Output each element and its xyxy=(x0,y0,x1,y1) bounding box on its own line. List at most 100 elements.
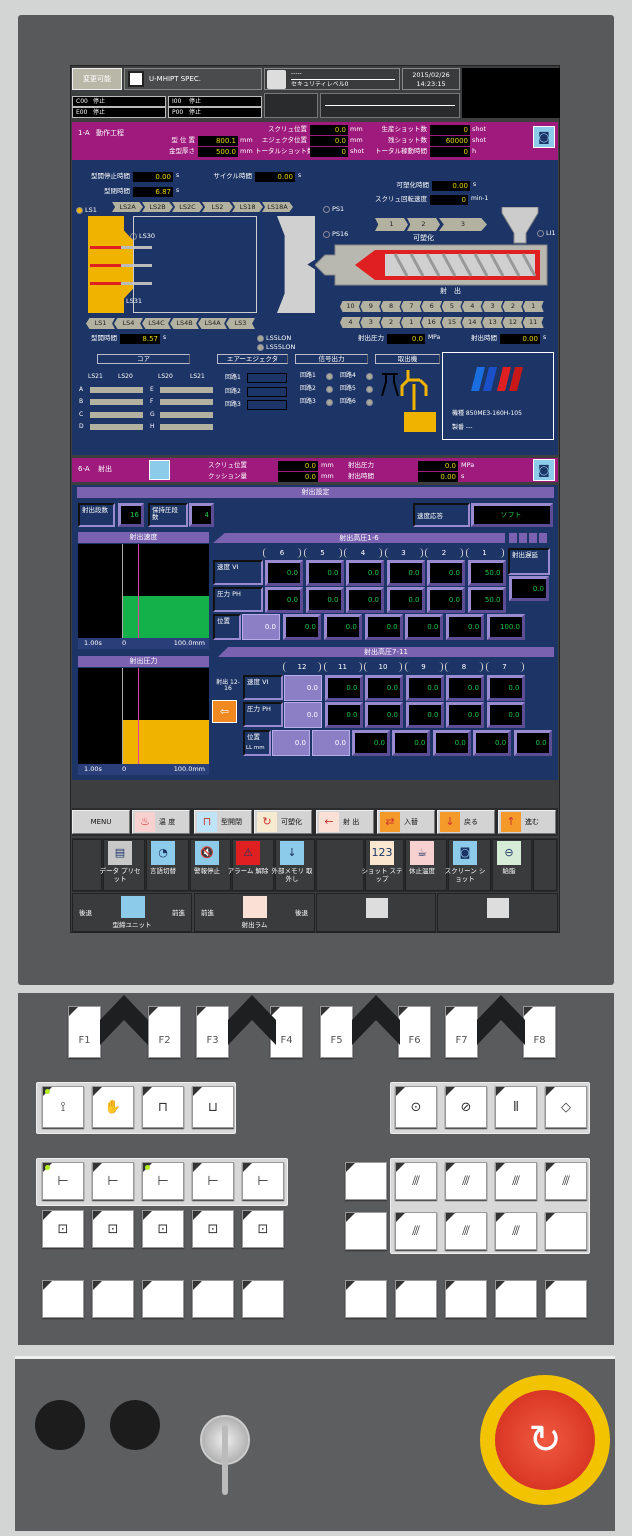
menu-tab[interactable]: ♨ 温 度 xyxy=(132,810,190,834)
camera-icon[interactable]: ◙ xyxy=(533,126,555,148)
function-button-label[interactable]: 外部メモリ 取外し xyxy=(270,867,314,889)
injection-key[interactable]: ⫻ xyxy=(495,1212,537,1250)
position-input[interactable]: 0.0 xyxy=(272,730,310,756)
position-input[interactable]: 0.0 xyxy=(352,730,390,756)
panel-header[interactable]: 取出機 xyxy=(375,354,440,364)
menu-tab[interactable]: ← 射 出 xyxy=(316,810,374,834)
menu-tab[interactable]: ↻ 可塑化 xyxy=(254,810,312,834)
menu-tab[interactable]: MENU xyxy=(72,810,130,834)
pressure-input[interactable]: 0.0 xyxy=(265,587,303,613)
camera-icon[interactable]: ◙ xyxy=(533,459,555,481)
emergency-stop-button[interactable]: ↻ xyxy=(495,1390,595,1490)
function-button-icon[interactable]: ☕ xyxy=(410,841,434,865)
mode-key[interactable]: ✋ xyxy=(92,1086,134,1128)
function-key-f8[interactable]: F8 xyxy=(523,1006,556,1058)
blank-key[interactable] xyxy=(42,1280,84,1318)
pressure-input[interactable]: 0.0 xyxy=(365,702,403,728)
pressure-input[interactable]: 0.0 xyxy=(427,587,465,613)
position-input[interactable]: 0.0 xyxy=(432,730,471,756)
speed-input[interactable]: 0.0 xyxy=(284,675,322,701)
blank-key[interactable] xyxy=(92,1280,134,1318)
injection-key[interactable]: ⫻ xyxy=(445,1162,487,1200)
mold-key[interactable]: ⊢ xyxy=(192,1162,234,1200)
user-box[interactable]: ----- セキュリティレベル0 xyxy=(264,68,400,90)
pressure-input[interactable]: 0.0 xyxy=(324,702,363,728)
pressure-input[interactable]: 0.0 xyxy=(305,587,344,613)
function-button-label[interactable]: データ プリセット xyxy=(98,867,142,889)
menu-tab[interactable]: ↓ 戻る xyxy=(437,810,495,834)
menu-tab[interactable]: ⊓ 型開閉 xyxy=(194,810,252,834)
function-key-f2[interactable]: F2 xyxy=(148,1006,181,1058)
position-input[interactable]: 0.0 xyxy=(392,730,431,756)
unit-cell[interactable] xyxy=(437,893,558,932)
function-button-label[interactable]: アラーム 解除 xyxy=(226,867,270,889)
stages-12-16-button-icon[interactable]: ⇦ xyxy=(212,700,237,723)
panel-header[interactable]: エアーエジェクタ xyxy=(217,354,288,364)
menu-tab[interactable]: ⇄ 入替 xyxy=(377,810,435,834)
injection-key[interactable]: ⫻ xyxy=(495,1162,537,1200)
function-button-label[interactable]: 給脂 xyxy=(487,867,531,889)
injection-key[interactable] xyxy=(545,1212,587,1250)
menu-tab[interactable]: ↑ 進む xyxy=(498,810,556,834)
mold-key[interactable]: ⊡ xyxy=(42,1210,84,1248)
blank-key[interactable] xyxy=(495,1280,537,1318)
speed-input[interactable]: 0.0 xyxy=(346,560,384,586)
mold-key[interactable]: ⊡ xyxy=(242,1210,284,1248)
mode-key[interactable]: ⟟ xyxy=(42,1086,84,1128)
position-input[interactable]: 0.0 xyxy=(473,730,512,756)
function-button-label[interactable]: ショット ステップ xyxy=(360,867,404,889)
speed-input[interactable]: 0.0 xyxy=(386,560,425,586)
function-button-label[interactable]: 休止温度 xyxy=(400,867,444,889)
blank-key[interactable] xyxy=(545,1280,587,1318)
blank-key[interactable] xyxy=(345,1162,387,1200)
function-key-f6[interactable]: F6 xyxy=(398,1006,431,1058)
speed-input[interactable]: 0.0 xyxy=(446,675,484,701)
function-button-label[interactable]: 言語切替 xyxy=(141,867,185,889)
function-button-icon[interactable]: ⚠ xyxy=(236,841,260,865)
speed-input[interactable]: 0.0 xyxy=(265,560,303,586)
blank-key[interactable] xyxy=(395,1280,437,1318)
pressure-input[interactable]: 0.0 xyxy=(486,702,525,728)
function-button-label[interactable]: スクリーン ショット xyxy=(443,867,487,889)
panel-header[interactable]: 信号出力 xyxy=(295,354,368,364)
blank-key[interactable] xyxy=(142,1280,184,1318)
function-button-icon[interactable]: 123 xyxy=(370,841,394,865)
mold-key[interactable]: ⊢ xyxy=(142,1162,184,1200)
motor-key[interactable]: ⊘ xyxy=(445,1086,487,1128)
injection-key[interactable]: ⫻ xyxy=(395,1212,437,1250)
injection-key[interactable]: ⫻ xyxy=(395,1162,437,1200)
pressure-input[interactable]: 0.0 xyxy=(405,702,444,728)
speed-input[interactable]: 0.0 xyxy=(427,560,465,586)
speed-input[interactable]: 0.0 xyxy=(486,675,525,701)
function-key-f3[interactable]: F3 xyxy=(196,1006,229,1058)
speed-response-select[interactable]: ソフト xyxy=(471,503,553,527)
position-input[interactable]: 100.0 xyxy=(487,614,525,640)
function-button-icon[interactable]: ◔ xyxy=(151,841,175,865)
change-mode-button[interactable]: 変更可能 xyxy=(72,68,122,90)
blank-key[interactable] xyxy=(345,1212,387,1250)
blank-key[interactable] xyxy=(192,1280,234,1318)
position-input[interactable]: 0.0 xyxy=(312,730,350,756)
mold-key[interactable]: ⊢ xyxy=(42,1162,84,1200)
position-input[interactable]: 0.0 xyxy=(405,614,444,640)
position-input[interactable]: 0.0 xyxy=(446,614,485,640)
blank-key[interactable] xyxy=(242,1280,284,1318)
unit-cell[interactable] xyxy=(316,893,436,932)
position-input[interactable]: 0.0 xyxy=(513,730,552,756)
speed-input[interactable]: 50.0 xyxy=(467,560,506,586)
injection-delay-input[interactable]: 0.0 xyxy=(509,576,549,601)
speed-input[interactable]: 0.0 xyxy=(365,675,403,701)
stages-input[interactable]: 16 xyxy=(118,503,144,527)
motor-key[interactable]: ⫴ xyxy=(495,1086,537,1128)
pressure-input[interactable]: 0.0 xyxy=(346,587,384,613)
screen-switch-icon[interactable] xyxy=(149,460,170,480)
injection-key[interactable]: ⫻ xyxy=(545,1162,587,1200)
function-key-f1[interactable]: F1 xyxy=(68,1006,101,1058)
speed-input[interactable]: 0.0 xyxy=(324,675,363,701)
function-key-f5[interactable]: F5 xyxy=(320,1006,353,1058)
panel-header[interactable]: コア xyxy=(97,354,190,364)
function-button-icon[interactable]: ⊖ xyxy=(497,841,521,865)
hold-stages-input[interactable]: 4 xyxy=(189,503,214,527)
position-input[interactable]: 0.0 xyxy=(323,614,362,640)
pressure-input[interactable]: 50.0 xyxy=(467,587,506,613)
